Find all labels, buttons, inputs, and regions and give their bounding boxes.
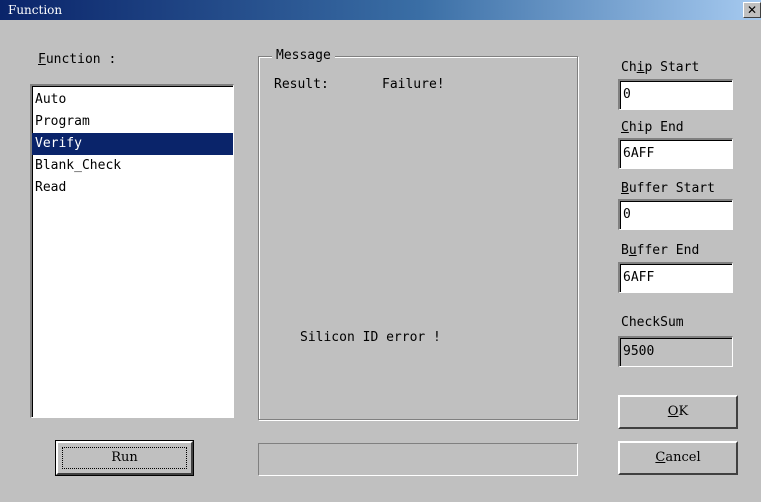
function-listbox[interactable]: Auto Program Verify Blank_Check Read [30,84,234,418]
checksum-label: CheckSum [621,315,684,330]
ok-button-mnemonic: O [667,404,679,419]
result-label: Result: [274,77,329,92]
message-group-label: Message [272,48,335,63]
window-title: Function [8,3,63,17]
function-list-item[interactable]: Verify [32,133,233,155]
chip-end-label-post: hip End [628,120,684,135]
buffer-start-input[interactable]: 0 [618,199,733,230]
buffer-end-label-post: ffer End [636,243,700,258]
chip-start-label: Chip Start [621,60,699,75]
buffer-end-input[interactable]: 6AFF [618,262,733,293]
function-list-item[interactable]: Program [32,111,233,133]
function-label: Function : [38,52,116,67]
ok-button-label-rest: K [678,404,689,419]
chip-start-input[interactable]: 0 [618,79,733,110]
message-group [258,56,578,420]
ok-button[interactable]: OK [618,395,738,429]
error-message: Silicon ID error ! [300,330,441,345]
cancel-button-mnemonic: C [655,450,666,465]
cancel-button[interactable]: Cancel [618,441,738,475]
function-list-item[interactable]: Auto [32,89,233,111]
buffer-start-label-post: uffer Start [628,181,715,196]
function-label-rest: unction : [45,52,117,67]
buffer-end-label: Buffer End [621,243,699,258]
chip-end-input[interactable]: 6AFF [618,138,733,169]
close-icon: ✕ [746,3,758,17]
title-bar: Function ✕ [0,0,761,20]
chip-end-label: Chip End [621,120,684,135]
run-button-label: Run [58,443,191,473]
progress-bar [258,443,578,476]
buffer-end-label-pre: B [621,243,629,258]
buffer-start-label: Buffer Start [621,181,715,196]
buffer-start-label-mnemonic: B [621,181,629,196]
chip-end-label-mnemonic: C [621,120,629,135]
function-list-item[interactable]: Read [32,177,233,199]
cancel-button-label-rest: ancel [665,450,701,465]
function-label-mnemonic: F [38,52,46,67]
close-button[interactable]: ✕ [743,2,761,18]
run-button[interactable]: Run [55,440,194,476]
chip-start-label-post: p Start [644,60,700,75]
chip-start-label-pre: Ch [621,60,637,75]
function-list-item[interactable]: Blank_Check [32,155,233,177]
checksum-field: 9500 [618,336,733,367]
buffer-end-label-mnemonic: u [628,243,637,258]
result-value: Failure! [382,77,445,92]
